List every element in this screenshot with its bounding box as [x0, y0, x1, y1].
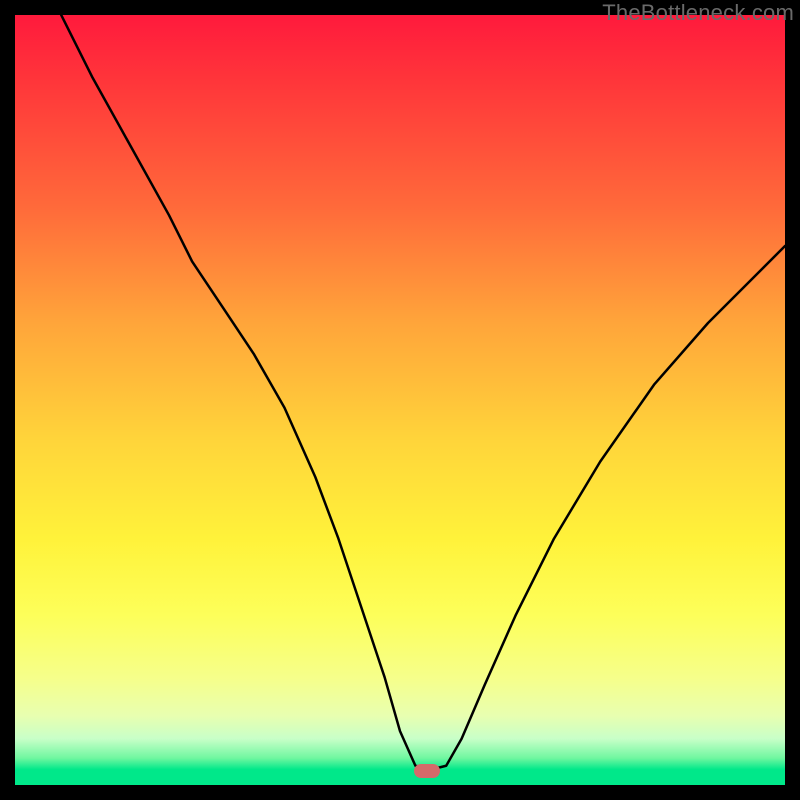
optimal-marker [414, 764, 440, 778]
bottleneck-curve [61, 15, 785, 770]
plot-area [15, 15, 785, 785]
curve-svg [15, 15, 785, 785]
chart-stage: TheBottleneck.com [0, 0, 800, 800]
watermark-text: TheBottleneck.com [602, 0, 794, 26]
